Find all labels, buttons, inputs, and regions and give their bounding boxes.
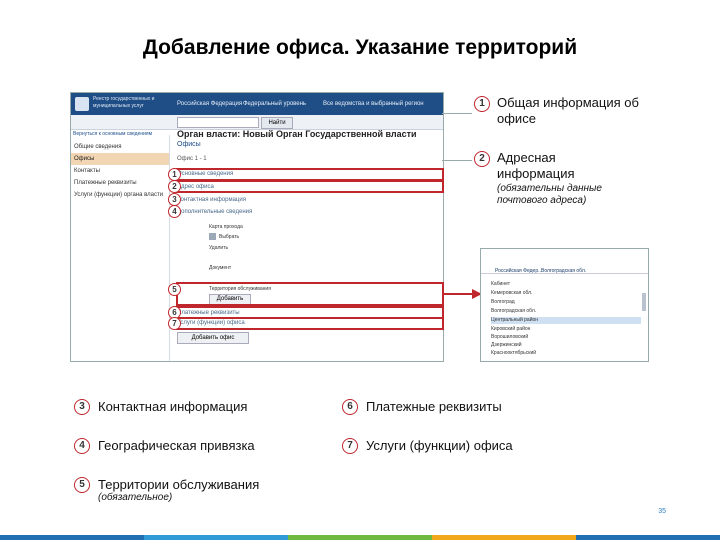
legend-sub-5: (обязательное): [98, 492, 173, 503]
coords-label: Карта прохода: [209, 224, 243, 230]
row-additional[interactable]: Дополнительные сведения: [177, 209, 252, 215]
logo-text: Реестр государственных и муниципальных у…: [93, 96, 155, 109]
connector-1: [442, 113, 472, 114]
footer-segment: [288, 535, 432, 540]
popup-scrollbar[interactable]: [642, 293, 646, 311]
legend-badge-3: 3: [74, 399, 90, 415]
find-button[interactable]: Найти: [261, 117, 293, 129]
document-link[interactable]: Документ: [209, 265, 231, 271]
callout-badge-1: 1: [474, 96, 490, 112]
offices-header: Офисы: [177, 141, 201, 148]
choose-link[interactable]: Выбрать: [219, 234, 239, 240]
popup-item[interactable]: Кабинет: [491, 281, 641, 288]
badge-2: 2: [168, 180, 181, 193]
page-number: 35: [658, 508, 666, 515]
callout-label-1: Общая информация об офисе: [497, 95, 639, 126]
legend-label-4: Географическая привязка: [98, 438, 255, 453]
sidebar-item-offices[interactable]: Офисы: [71, 153, 169, 165]
sidebar: Общие сведения Офисы Контакты Платежные …: [71, 135, 170, 361]
footer-stripe: [0, 535, 720, 540]
popup-item[interactable]: Кировский район: [491, 326, 641, 333]
footer-segment: [0, 535, 144, 540]
footer-segment: [576, 535, 720, 540]
legend-label-7: Услуги (функции) офиса: [366, 438, 513, 453]
add-office-button[interactable]: Добавить офис: [177, 332, 249, 344]
org-title: Орган власти: Новый Орган Государственно…: [177, 129, 417, 139]
popup-header-item-2[interactable]: Волгоградская обл.: [541, 268, 586, 274]
legend-label-6: Платежные реквизиты: [366, 399, 502, 414]
clear-link[interactable]: Удалить: [209, 245, 228, 251]
popup-item[interactable]: Волгоград: [491, 299, 641, 306]
nav-item-all[interactable]: Все ведомства и выбранный регион: [323, 101, 424, 107]
legend-label-5: Территории обслуживания: [98, 477, 260, 492]
slide-title: Добавление офиса. Указание территорий: [142, 36, 578, 59]
arrow-line: [444, 293, 474, 295]
legend-badge-5: 5: [74, 477, 90, 493]
footer-segment: [432, 535, 576, 540]
badge-5: 5: [168, 283, 181, 296]
callout-sub-2: (обязательны данные почтового адреса): [497, 183, 602, 206]
row-contacts[interactable]: Контактная информация: [177, 197, 246, 203]
sidebar-item-contacts[interactable]: Контакты: [71, 165, 169, 177]
highlight-services: [176, 317, 444, 330]
legend-label-3: Контактная информация: [98, 399, 248, 414]
popup-item[interactable]: Дзержинский: [491, 342, 641, 349]
highlight-territory: [176, 282, 444, 306]
sidebar-item-general[interactable]: Общие сведения: [71, 141, 169, 153]
office-row-header: Офис 1 - 1: [177, 156, 207, 162]
nav-item-federal[interactable]: Федеральный уровень: [243, 101, 306, 107]
connector-2: [442, 160, 472, 161]
popup-item[interactable]: Волгоградская обл.: [491, 308, 641, 315]
territory-popup: Российская Федер... Волгоградская обл. К…: [480, 248, 649, 362]
search-input[interactable]: [177, 117, 259, 128]
popup-item[interactable]: Краснооктябрьский: [491, 350, 641, 357]
nav-item-rf[interactable]: Российская Федерация: [177, 101, 242, 107]
badge-7: 7: [168, 317, 181, 330]
popup-item-selected[interactable]: Центральный район: [491, 317, 641, 324]
sidebar-item-services[interactable]: Услуги (функции) органа власти: [71, 189, 169, 201]
legend-badge-7: 7: [342, 438, 358, 454]
popup-header-item-1[interactable]: Российская Федер...: [495, 268, 542, 274]
badge-4: 4: [168, 205, 181, 218]
footer-segment: [144, 535, 288, 540]
legend-badge-6: 6: [342, 399, 358, 415]
legend-badge-4: 4: [74, 438, 90, 454]
callout-badge-2: 2: [474, 151, 490, 167]
map-icon: [209, 233, 216, 240]
callout-label-2: Адресная информация: [497, 150, 575, 181]
popup-item[interactable]: Кемеровская обл.: [491, 290, 641, 297]
sidebar-item-payments[interactable]: Платежные реквизиты: [71, 177, 169, 189]
logo-icon: [75, 97, 89, 111]
popup-item[interactable]: Ворошиловский: [491, 334, 641, 341]
highlight-address: [176, 180, 444, 193]
